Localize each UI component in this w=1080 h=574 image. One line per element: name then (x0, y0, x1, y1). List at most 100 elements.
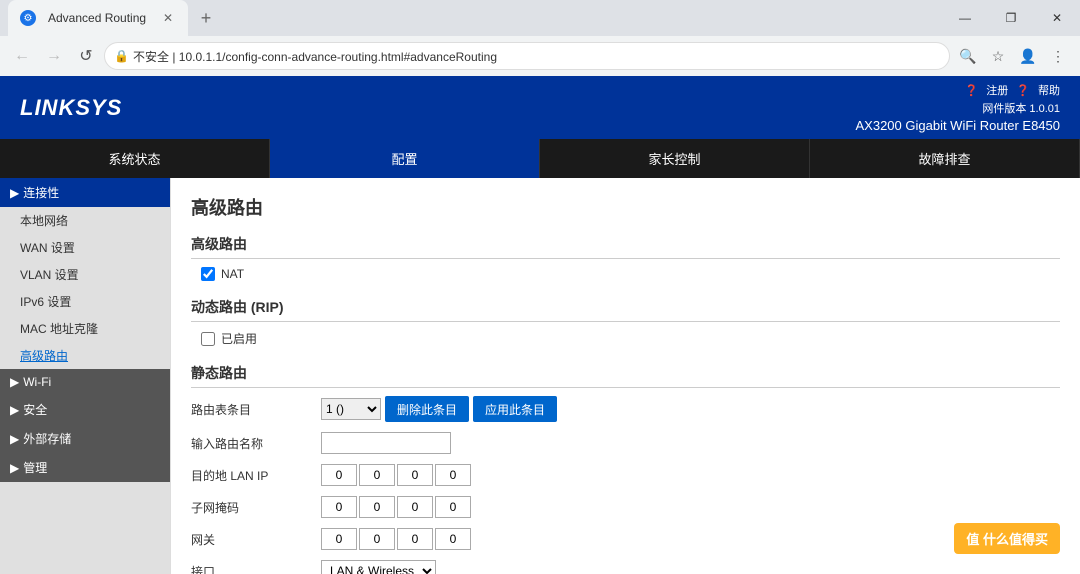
admin-arrow-icon: ▶ (10, 461, 19, 475)
connectivity-arrow-icon: ▶ (10, 186, 19, 200)
register-link[interactable]: 注册 (986, 82, 1008, 98)
sidebar-header-connectivity[interactable]: ▶ 连接性 (0, 178, 170, 207)
menu-button[interactable]: ⋮ (1044, 42, 1072, 70)
wifi-label: Wi-Fi (23, 375, 51, 389)
subnet-octet-3[interactable] (397, 496, 433, 518)
sidebar-item-mac-clone[interactable]: MAC 地址克隆 (0, 315, 170, 342)
tab-close-button[interactable]: ✕ (160, 10, 176, 26)
sidebar-group-storage: ▶ 外部存储 (0, 424, 170, 453)
watermark: 值 什么值得买 (954, 523, 1060, 554)
nat-checkbox-wrapper: NAT (201, 267, 1060, 281)
sidebar: ▶ 连接性 本地网络 WAN 设置 VLAN 设置 IPv6 设置 MAC 地址… (0, 178, 170, 574)
security-label: 安全 (23, 401, 47, 418)
sidebar-header-admin[interactable]: ▶ 管理 (0, 453, 170, 482)
sidebar-header-storage[interactable]: ▶ 外部存储 (0, 424, 170, 453)
dynamic-routing-section: 动态路由 (RIP) 已启用 (191, 297, 1060, 347)
page-title: 高级路由 (191, 194, 1060, 220)
browser-actions: 🔍 ☆ 👤 ⋮ (954, 42, 1072, 70)
tab-config[interactable]: 配置 (270, 139, 540, 178)
address-input[interactable] (104, 42, 950, 70)
close-button[interactable]: ✕ (1034, 0, 1080, 36)
minimize-button[interactable]: — (942, 0, 988, 36)
lock-icon: 🔒 (114, 49, 129, 63)
gateway-row: 网关 (191, 528, 1060, 550)
help-link[interactable]: 帮助 (1038, 82, 1060, 98)
security-arrow-icon: ▶ (10, 403, 19, 417)
router-ui: LINKSYS ❓ 注册 ❓ 帮助 网件版本 1.0.01 AX3200 Gig… (0, 76, 1080, 574)
help-icon: ❓ (1016, 84, 1030, 97)
tab-troubleshoot[interactable]: 故障排查 (810, 139, 1080, 178)
gateway-octet-3[interactable] (397, 528, 433, 550)
rip-checkbox[interactable] (201, 332, 215, 346)
sidebar-item-ipv6[interactable]: IPv6 设置 (0, 288, 170, 315)
profile-button[interactable]: 👤 (1014, 42, 1042, 70)
route-table-select[interactable]: 1 () (321, 398, 381, 420)
interface-select[interactable]: LAN & Wireless (321, 560, 436, 574)
rip-checkbox-wrapper: 已启用 (201, 330, 1060, 347)
subnet-octet-2[interactable] (359, 496, 395, 518)
storage-arrow-icon: ▶ (10, 432, 19, 446)
gateway-octet-4[interactable] (435, 528, 471, 550)
delete-entry-button[interactable]: 删除此条目 (385, 396, 469, 422)
dest-ip-control (321, 464, 471, 486)
back-button[interactable]: ← (8, 42, 36, 70)
tab-favicon (20, 10, 36, 26)
route-table-control: 1 () 删除此条目 应用此条目 (321, 396, 557, 422)
search-browser-button[interactable]: 🔍 (954, 42, 982, 70)
static-routing-section: 静态路由 路由表条目 1 () 删除此条目 应用此条目 输入路由名称 (191, 363, 1060, 574)
dest-ip-row: 目的地 LAN IP (191, 464, 1060, 486)
refresh-button[interactable]: ↺ (72, 42, 100, 70)
route-name-label: 输入路由名称 (191, 435, 321, 452)
admin-label: 管理 (23, 459, 47, 476)
apply-entry-button[interactable]: 应用此条目 (473, 396, 557, 422)
subnet-octet-1[interactable] (321, 496, 357, 518)
sidebar-item-advanced-routing[interactable]: 高级路由 (0, 342, 170, 369)
device-name: AX3200 Gigabit WiFi Router E8450 (856, 118, 1061, 133)
nat-checkbox[interactable] (201, 267, 215, 281)
main-content: ▶ 连接性 本地网络 WAN 设置 VLAN 设置 IPv6 设置 MAC 地址… (0, 178, 1080, 574)
gateway-octet-1[interactable] (321, 528, 357, 550)
tab-title: Advanced Routing (48, 11, 154, 25)
wifi-arrow-icon: ▶ (10, 375, 19, 389)
interface-row: 接口 LAN & Wireless (191, 560, 1060, 574)
forward-button[interactable]: → (40, 42, 68, 70)
sidebar-item-vlan[interactable]: VLAN 设置 (0, 261, 170, 288)
sidebar-header-wifi[interactable]: ▶ Wi-Fi (0, 369, 170, 395)
sidebar-item-local-network[interactable]: 本地网络 (0, 207, 170, 234)
tab-parental[interactable]: 家长控制 (540, 139, 810, 178)
static-routing-title: 静态路由 (191, 363, 1060, 388)
address-bar-wrapper: 🔒 (104, 42, 950, 70)
content-area: 高级路由 高级路由 NAT 动态路由 (RIP) 已启用 静态路由 (170, 178, 1080, 574)
route-name-input[interactable] (321, 432, 451, 454)
nat-label: NAT (221, 267, 244, 281)
active-tab[interactable]: Advanced Routing ✕ (8, 0, 188, 36)
question-icon: ❓ (965, 84, 979, 97)
nav-tabs: 系统状态 配置 家长控制 故障排查 (0, 139, 1080, 178)
sidebar-group-connectivity: ▶ 连接性 本地网络 WAN 设置 VLAN 设置 IPv6 设置 MAC 地址… (0, 178, 170, 369)
advanced-routing-section: 高级路由 NAT (191, 234, 1060, 281)
dest-ip-octet-4[interactable] (435, 464, 471, 486)
maximize-button[interactable]: ❐ (988, 0, 1034, 36)
firmware-version: 网件版本 1.0.01 (856, 100, 1061, 116)
route-name-control (321, 432, 451, 454)
sidebar-group-admin: ▶ 管理 (0, 453, 170, 482)
subnet-label: 子网掩码 (191, 499, 321, 516)
watermark-text: 值 什么值得买 (966, 532, 1048, 547)
route-name-row: 输入路由名称 (191, 432, 1060, 454)
tab-system-status[interactable]: 系统状态 (0, 139, 270, 178)
bookmark-button[interactable]: ☆ (984, 42, 1012, 70)
linksys-logo: LINKSYS (20, 95, 122, 121)
advanced-routing-section-title: 高级路由 (191, 234, 1060, 259)
gateway-octet-2[interactable] (359, 528, 395, 550)
dest-ip-octet-1[interactable] (321, 464, 357, 486)
sidebar-group-security: ▶ 安全 (0, 395, 170, 424)
address-bar-row: ← → ↺ 🔒 🔍 ☆ 👤 ⋮ (0, 36, 1080, 76)
dynamic-routing-title: 动态路由 (RIP) (191, 297, 1060, 322)
dest-ip-octet-2[interactable] (359, 464, 395, 486)
sidebar-item-wan[interactable]: WAN 设置 (0, 234, 170, 261)
subnet-octet-4[interactable] (435, 496, 471, 518)
linksys-header: LINKSYS ❓ 注册 ❓ 帮助 网件版本 1.0.01 AX3200 Gig… (0, 76, 1080, 139)
dest-ip-octet-3[interactable] (397, 464, 433, 486)
sidebar-header-security[interactable]: ▶ 安全 (0, 395, 170, 424)
new-tab-button[interactable]: + (192, 4, 220, 32)
